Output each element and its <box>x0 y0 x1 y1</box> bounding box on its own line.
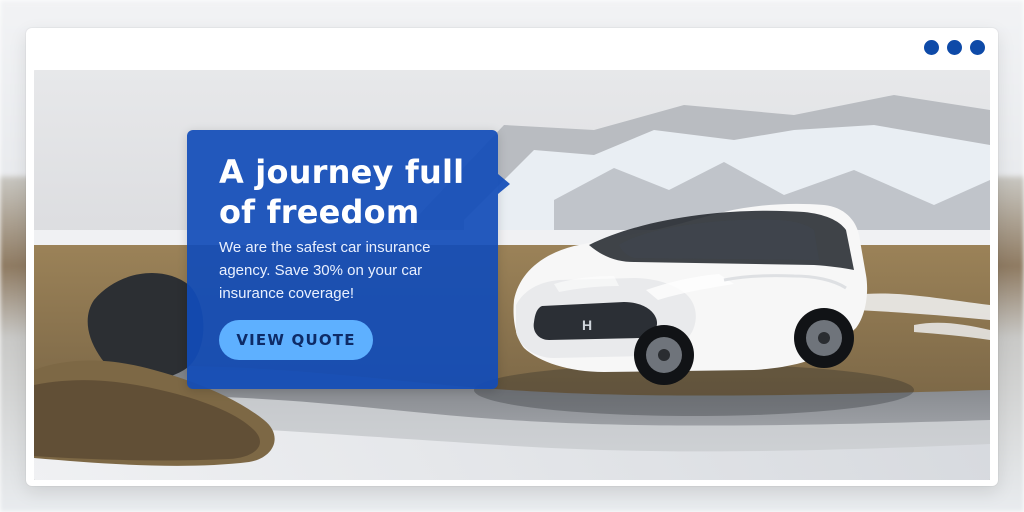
hero-photo: H A journey full of freedom We are the s… <box>34 70 990 480</box>
card-pointer-icon <box>498 174 510 194</box>
window-menu[interactable] <box>924 40 985 55</box>
promo-description: We are the safest car insurance agency. … <box>219 239 431 302</box>
view-quote-button[interactable]: VIEW QUOTE <box>219 320 373 360</box>
car-badge: H <box>582 317 592 333</box>
more-dots-icon[interactable] <box>947 40 962 55</box>
promo-card: A journey full of freedom We are the saf… <box>187 130 510 389</box>
snowy-landscape-car-image: H <box>34 70 990 480</box>
more-dots-icon[interactable] <box>924 40 939 55</box>
ad-frame: H A journey full of freedom We are the s… <box>26 28 998 486</box>
promo-headline: A journey full of freedom <box>219 153 465 231</box>
more-dots-icon[interactable] <box>970 40 985 55</box>
